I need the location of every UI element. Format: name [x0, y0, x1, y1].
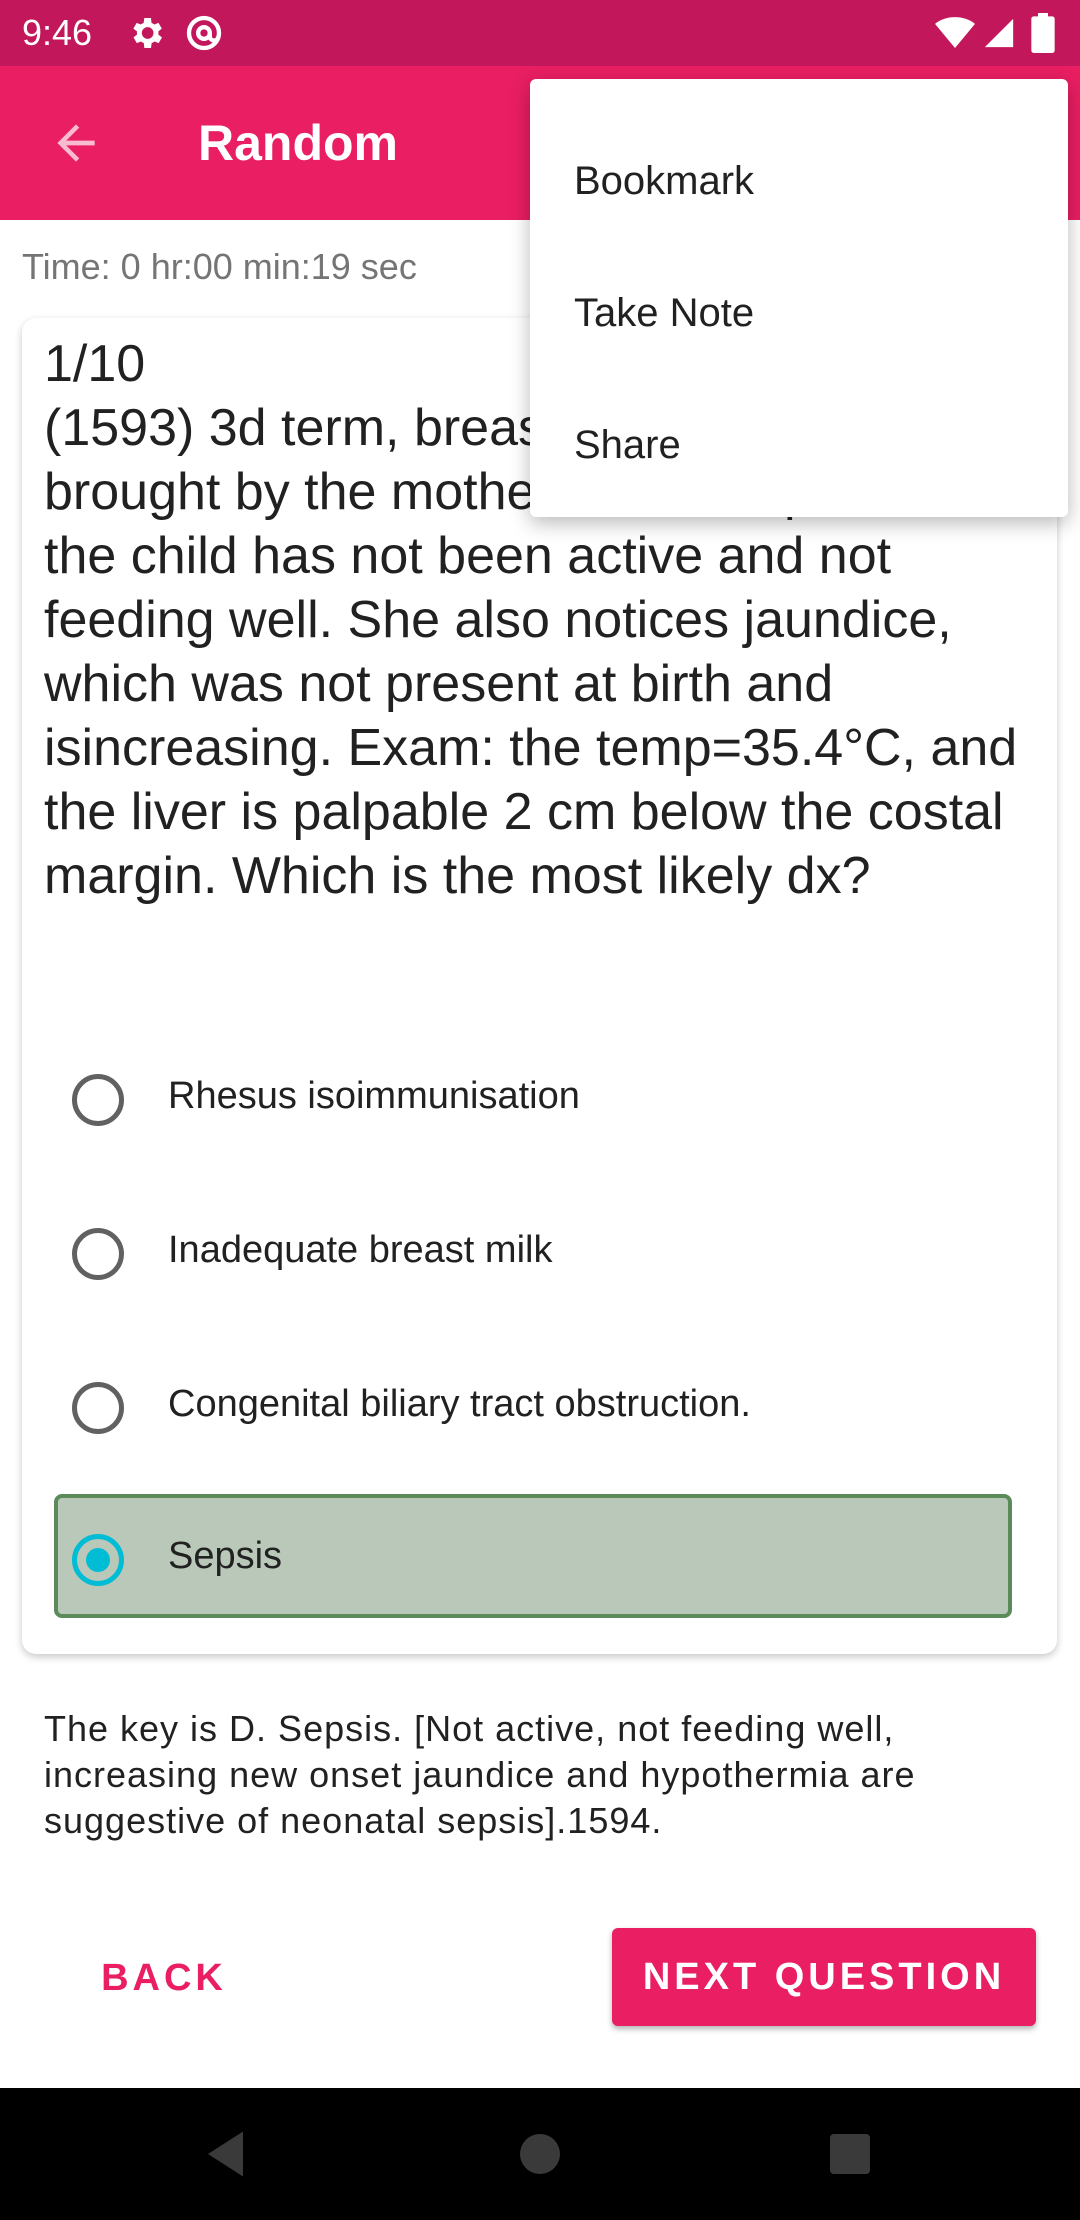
wifi-icon — [935, 17, 975, 48]
option-label: Rhesus isoimmunisation — [168, 1075, 580, 1117]
radio-button-selected[interactable] — [72, 1534, 124, 1586]
menu-item-take-note[interactable]: Take Note — [530, 247, 1068, 379]
status-time: 9:46 — [22, 12, 93, 53]
back-triangle-icon[interactable] — [198, 2124, 258, 2184]
timer-text: Time: 0 hr:00 min:19 sec — [22, 246, 417, 287]
cell-signal-icon — [984, 18, 1014, 48]
home-circle-icon[interactable] — [510, 2124, 570, 2184]
at-sign-icon — [186, 15, 222, 51]
option-b[interactable]: Inadequate breast milk — [54, 1188, 1012, 1312]
gear-icon — [133, 18, 162, 48]
status-bar: 9:46 — [0, 0, 1080, 66]
option-a[interactable]: Rhesus isoimmunisation — [54, 1034, 1012, 1158]
menu-item-label: Take Note — [574, 291, 755, 335]
radio-button[interactable] — [72, 1382, 124, 1434]
page-title: Random — [198, 115, 398, 171]
radio-button[interactable] — [72, 1074, 124, 1126]
option-d[interactable]: Sepsis — [54, 1494, 1012, 1618]
overflow-menu: Bookmark Take Note Share — [530, 79, 1068, 517]
option-c[interactable]: Congenital biliary tract obstruction. — [54, 1342, 1012, 1466]
back-arrow-icon[interactable] — [48, 115, 104, 171]
back-button[interactable]: BACK — [64, 1928, 264, 2028]
answer-explanation: The key is D. Sepsis. [Not active, not f… — [44, 1708, 916, 1841]
navigation-bar — [0, 2088, 1080, 2220]
option-label: Sepsis — [168, 1535, 283, 1577]
battery-icon — [1031, 13, 1055, 53]
next-question-button[interactable]: NEXT QUESTION — [612, 1928, 1036, 2026]
menu-item-label: Bookmark — [574, 159, 755, 203]
option-label: Congenital biliary tract obstruction. — [168, 1383, 751, 1425]
menu-item-bookmark[interactable]: Bookmark — [530, 115, 1068, 247]
radio-button[interactable] — [72, 1228, 124, 1280]
question-number: 1/10 — [44, 335, 146, 393]
recents-square-icon[interactable] — [820, 2124, 880, 2184]
question-card: 1/10 (1593) 3d term, breastfed 3 day old… — [22, 318, 1057, 1654]
menu-item-share[interactable]: Share — [530, 379, 1068, 511]
menu-item-label: Share — [574, 423, 681, 467]
option-label: Inadequate breast milk — [168, 1229, 553, 1271]
